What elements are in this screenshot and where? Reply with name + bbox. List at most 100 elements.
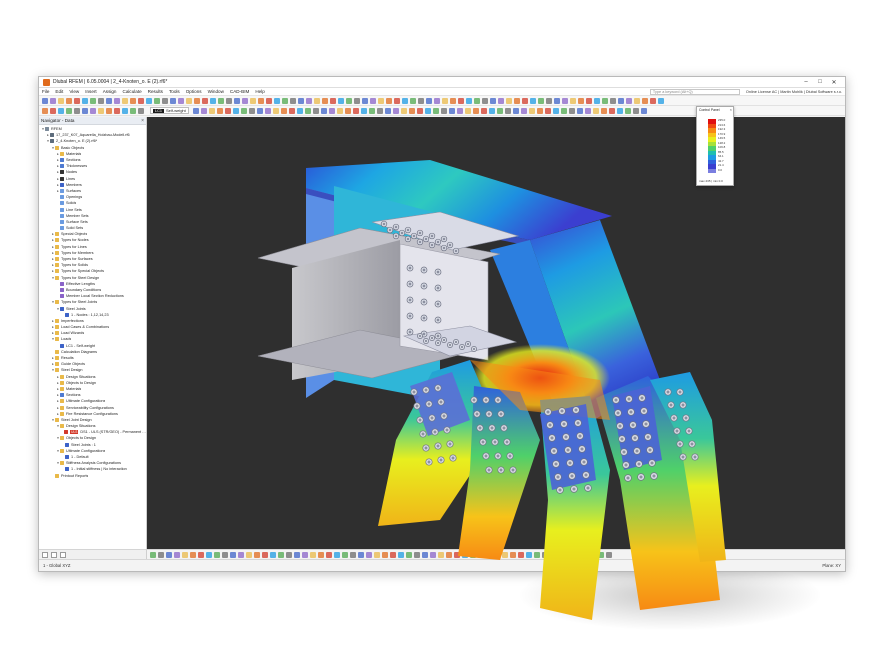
bolt-head [681, 455, 685, 459]
bolt-head [408, 266, 412, 270]
bolt-head [436, 240, 440, 244]
bolt-head [490, 426, 494, 430]
bolt-head [424, 388, 428, 392]
bolt-head [430, 234, 434, 238]
bolt-head [448, 243, 452, 247]
bolt-head [678, 442, 682, 446]
bolt-head [448, 343, 452, 347]
bolt-head [484, 454, 488, 458]
bolt-head [644, 422, 648, 426]
bolt-head [424, 237, 428, 241]
bolt-head [484, 398, 488, 402]
bolt-head [624, 463, 628, 467]
bolt-head [454, 340, 458, 344]
bolt-head [562, 422, 566, 426]
bolt-head [422, 268, 426, 272]
bolt-head [430, 336, 434, 340]
bolt-head [669, 403, 673, 407]
bolt-head [408, 314, 412, 318]
bolt-head [388, 228, 392, 232]
bolt-head [502, 426, 506, 430]
bolt-head [616, 411, 620, 415]
bolt-head [629, 410, 633, 414]
bolt-head [436, 270, 440, 274]
bolt-head [418, 418, 422, 422]
bolt-head [687, 429, 691, 433]
bolt-head [442, 338, 446, 342]
bolt-head [408, 298, 412, 302]
bolt-head [548, 423, 552, 427]
bolt-head [406, 237, 410, 241]
bolt-head [415, 404, 419, 408]
bolt-head [554, 462, 558, 466]
bolt-head [614, 398, 618, 402]
bolt-head [650, 461, 654, 465]
bolt-head [558, 488, 562, 492]
bolt-head [394, 225, 398, 229]
bolt-head [646, 435, 650, 439]
bolt-head [652, 474, 656, 478]
bolt-head [472, 398, 476, 402]
bolt-head [586, 486, 590, 490]
bolt-head [430, 243, 434, 247]
bolt-head [412, 390, 416, 394]
bolt-head [578, 434, 582, 438]
bolt-head [487, 468, 491, 472]
bolt-head [626, 476, 630, 480]
bolt-head [433, 430, 437, 434]
bolt-head [566, 448, 570, 452]
bolt-head [448, 442, 452, 446]
bolt-head [564, 435, 568, 439]
bolt-head [496, 398, 500, 402]
bolt-head [496, 454, 500, 458]
bolt-head [560, 409, 564, 413]
bolt-head [546, 410, 550, 414]
bolt-head [574, 408, 578, 412]
bolt-head [568, 461, 572, 465]
bolt-head [436, 334, 440, 338]
bolt-head [639, 475, 643, 479]
bolt-head [487, 412, 491, 416]
bolt-head [481, 440, 485, 444]
bolt-head [584, 473, 588, 477]
bolt-head [631, 423, 635, 427]
bolt-head [475, 412, 479, 416]
bolt-head [460, 345, 464, 349]
bolt-head [436, 302, 440, 306]
bolt-head [418, 334, 422, 338]
bolt-head [642, 409, 646, 413]
bolt-head [445, 428, 449, 432]
bolt-head [684, 416, 688, 420]
bolt-head [635, 449, 639, 453]
bolt-head [394, 234, 398, 238]
bolt-head [439, 400, 443, 404]
bolt-head [422, 316, 426, 320]
bolt-head [408, 282, 412, 286]
bolt-head [466, 342, 470, 346]
bolt-head [618, 424, 622, 428]
bolt-head [436, 386, 440, 390]
bolt-head [436, 318, 440, 322]
bolt-head [408, 330, 412, 334]
bolt-head [576, 421, 580, 425]
bolt-head [430, 416, 434, 420]
stage: Dlubal RFEM | 6.05.0004 | 2_4-Knoten_o. … [0, 0, 880, 660]
bolt-head [472, 347, 476, 351]
bolt-head [678, 390, 682, 394]
bolt-head [640, 396, 644, 400]
bolt-head [622, 450, 626, 454]
bolt-head [442, 237, 446, 241]
steel-joint-model[interactable] [0, 0, 880, 660]
bolt-head [690, 442, 694, 446]
bolt-head [627, 397, 631, 401]
bolt-head [436, 444, 440, 448]
bolt-head [422, 300, 426, 304]
bolt-head [666, 390, 670, 394]
bolt-head [556, 475, 560, 479]
bolt-head [499, 412, 503, 416]
bolt-head [620, 437, 624, 441]
bolt-head [648, 448, 652, 452]
bolt-head [681, 403, 685, 407]
bolt-head [493, 440, 497, 444]
bolt-head [505, 440, 509, 444]
